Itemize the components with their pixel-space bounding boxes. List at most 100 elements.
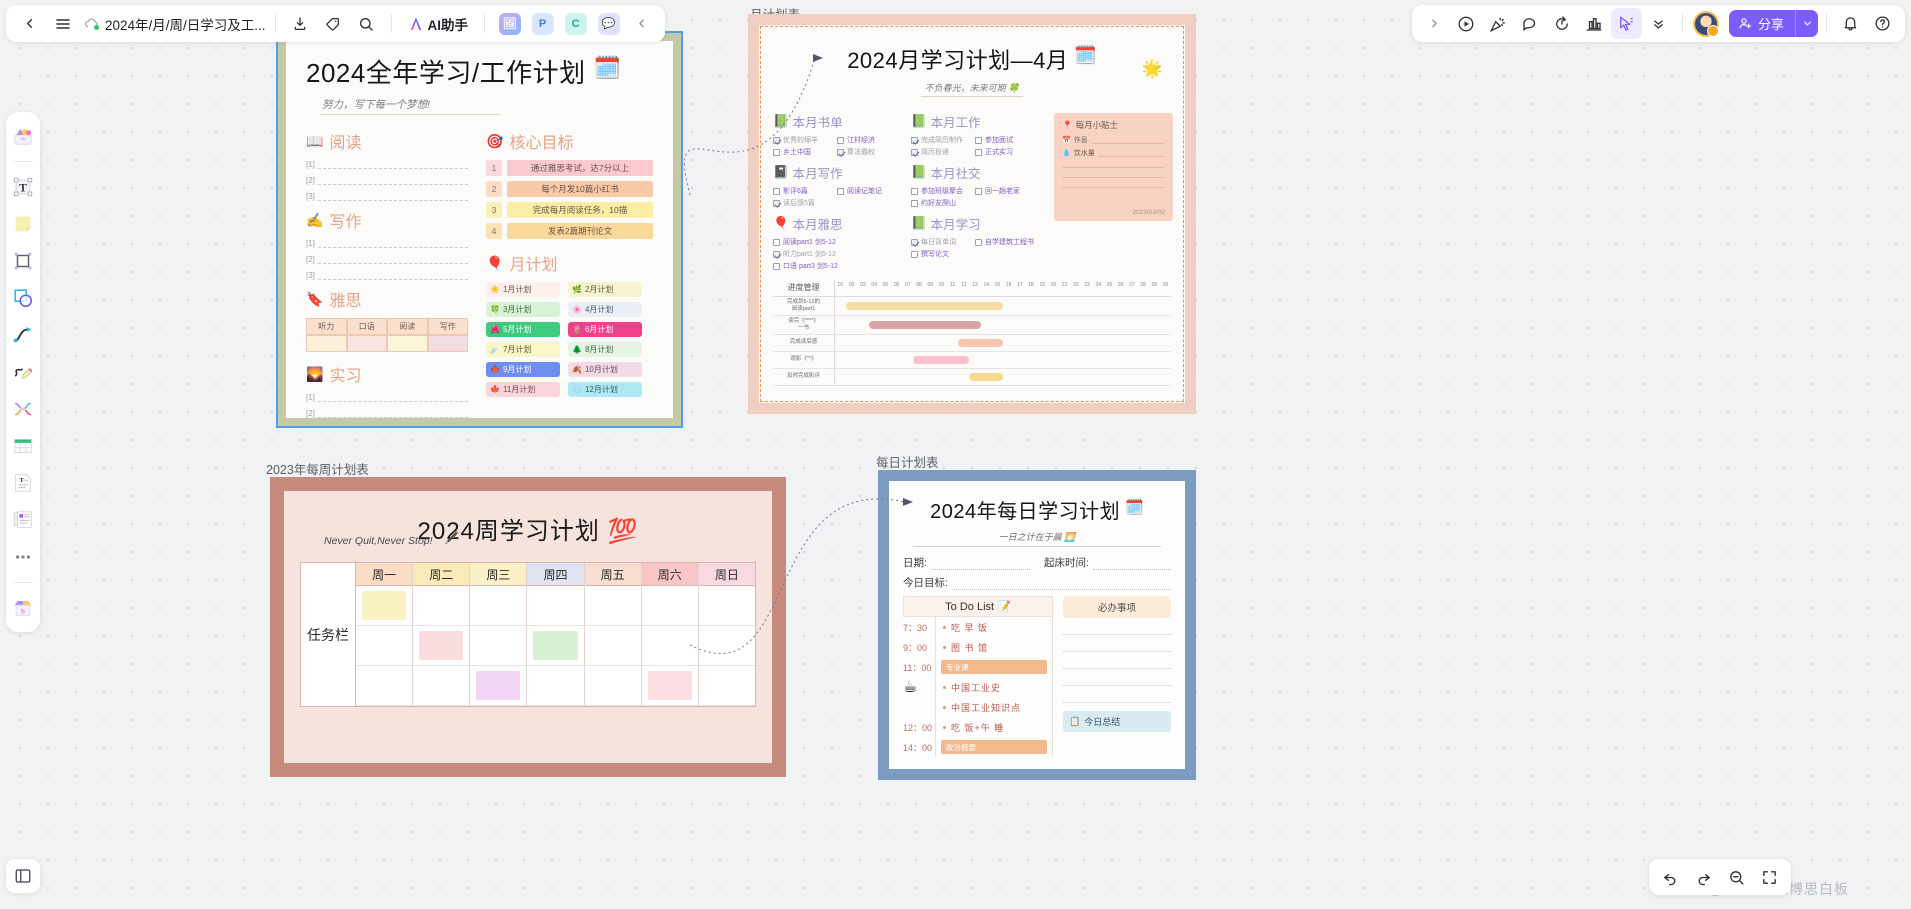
checkbox[interactable] <box>773 199 780 207</box>
reading-line[interactable]: [1] <box>306 160 468 169</box>
checkbox[interactable] <box>911 199 918 207</box>
checklist-item[interactable]: 自学建筑工程书 <box>975 237 1034 247</box>
progress-bar[interactable] <box>969 372 1003 381</box>
checklist-item[interactable]: 江村经济 <box>837 135 895 145</box>
month-plan-chip[interactable]: 🍁 9月计划 <box>486 362 560 377</box>
sticky-note-tool-icon[interactable] <box>9 210 37 238</box>
field-input-line[interactable] <box>1092 559 1171 570</box>
progress-bar[interactable] <box>868 320 981 329</box>
connector-tool-icon[interactable] <box>9 321 37 349</box>
frame-label-daily[interactable]: 每日计划表 <box>876 452 939 471</box>
search-icon[interactable] <box>351 8 382 39</box>
checklist-item[interactable]: 参加面试 <box>975 135 1033 145</box>
weekly-cell[interactable] <box>584 666 641 706</box>
bottom-left-panel-toggle[interactable] <box>6 859 40 893</box>
checkbox[interactable] <box>773 187 780 195</box>
card-weekly-plan[interactable]: Never Quit,Never Stop! 🖋️ 2024周学习计划 💯 任务… <box>270 477 786 777</box>
checklist-item[interactable]: 算法霸权 <box>837 147 895 157</box>
month-plan-chip[interactable]: ☄️ 7月计划 <box>486 342 560 357</box>
more-tools-icon[interactable] <box>9 543 37 571</box>
checklist-item[interactable]: 参加班级聚会 <box>911 186 969 196</box>
progress-row[interactable]: 及时完成影评 <box>773 368 1171 386</box>
month-plan-chip[interactable]: 🌿 2月计划 <box>568 282 642 297</box>
note-row[interactable] <box>1062 181 1165 188</box>
weekly-cell[interactable] <box>527 586 584 626</box>
table-tool-icon[interactable] <box>9 432 37 460</box>
fullscreen-icon[interactable] <box>1754 862 1785 893</box>
daily-todo-item[interactable]: 图 书 馆 <box>936 637 1052 657</box>
frame-tool-icon[interactable] <box>9 247 37 275</box>
progress-row[interactable]: 读完《****》 一书 <box>773 315 1171 335</box>
checkbox[interactable] <box>773 262 780 270</box>
comment-app-icon[interactable]: 💬 <box>593 8 624 39</box>
checkbox[interactable] <box>975 238 982 246</box>
progress-row[interactable]: 观影《**》 <box>773 351 1171 369</box>
note-row[interactable]: 📅 作息 <box>1062 135 1165 145</box>
checkbox[interactable] <box>837 136 844 144</box>
daily-field-wakeup[interactable]: 起床时间: <box>1044 555 1171 570</box>
checklist-item[interactable]: 撰写论文 <box>911 249 969 259</box>
checkbox[interactable] <box>773 136 780 144</box>
field-input-line[interactable] <box>930 559 1030 570</box>
checkbox[interactable] <box>837 187 844 195</box>
card-monthly-plan[interactable]: 2024月学习计划—4月 🗓️ 🌟 不负春光，未来可期 🍀 📗 本月书单 优秀的绵羊… <box>748 14 1196 414</box>
share-button[interactable]: 分享 <box>1728 10 1818 37</box>
month-plan-chip[interactable]: ☀️ 1月计划 <box>486 282 560 297</box>
checklist-item[interactable]: 正式实习 <box>975 147 1033 157</box>
checkbox[interactable] <box>911 187 918 195</box>
weekly-cell[interactable] <box>641 626 698 666</box>
progress-row[interactable]: 完成剑5-12的 阅读part1 <box>773 297 1171 316</box>
checklist-item[interactable]: 口语 part3 剑5-12 <box>773 261 899 271</box>
weekly-cell[interactable] <box>698 666 755 706</box>
checkbox[interactable] <box>975 136 982 144</box>
ielts-cell[interactable] <box>306 335 347 352</box>
weekly-cell[interactable] <box>527 666 584 706</box>
weekly-cell[interactable] <box>413 666 470 706</box>
checklist-item[interactable]: 简历投递 <box>911 147 969 157</box>
weekly-cell[interactable] <box>527 626 584 666</box>
core-goal-row[interactable]: 1 通过雅思考试，达7分以上 <box>486 160 653 176</box>
month-plan-chip[interactable]: 🍂 10月计划 <box>568 362 642 377</box>
weekly-sticky-note[interactable] <box>647 671 692 700</box>
comment-icon[interactable] <box>1515 8 1546 39</box>
weekly-sticky-note[interactable] <box>476 671 521 700</box>
month-plan-chip[interactable]: 🌷 6月计划 <box>568 322 642 337</box>
weekly-cell[interactable] <box>641 666 698 706</box>
month-plan-chip[interactable]: 🌺 5月计划 <box>486 322 560 337</box>
progress-bar[interactable] <box>958 338 1003 347</box>
avatar[interactable] <box>1692 10 1719 37</box>
progress-bar[interactable] <box>913 355 970 364</box>
core-goal-row[interactable]: 2 每个月发10篇小红书 <box>486 181 653 197</box>
note-row[interactable]: 💧 饮水量 <box>1062 148 1165 158</box>
weekly-cell[interactable] <box>470 626 527 666</box>
checklist-item[interactable]: 影评6篇 <box>773 186 831 196</box>
template-tool-icon[interactable] <box>9 506 37 534</box>
help-icon[interactable] <box>1867 8 1898 39</box>
daily-task-tag[interactable]: 政治概要 <box>941 740 1047 754</box>
checkbox[interactable] <box>975 187 982 195</box>
reading-line[interactable]: [2] <box>306 176 468 185</box>
ielts-table[interactable]: 听力 口语 阅读 写作 <box>306 318 468 352</box>
weekly-table[interactable]: 任务栏 周一 周二 周三 周四 周五 周六 周日 <box>300 562 756 707</box>
checklist-item[interactable]: 阅读part1 剑5-12 <box>773 237 899 247</box>
redo-icon[interactable] <box>1688 862 1719 893</box>
presentation-app-icon[interactable]: P <box>527 8 558 39</box>
celebrate-icon[interactable] <box>1483 8 1514 39</box>
share-dropdown-caret[interactable] <box>1795 10 1818 37</box>
weekly-cell[interactable] <box>356 666 413 706</box>
ielts-cell[interactable] <box>427 335 468 352</box>
mindmap-tool-icon[interactable] <box>9 395 37 423</box>
ai-assistant-button[interactable]: AI助手 <box>401 11 476 37</box>
reading-line[interactable]: [3] <box>306 192 468 201</box>
document-title[interactable]: 2024年/月/周/日学习及工... <box>105 14 266 34</box>
month-plan-chip[interactable]: 🍁 11月计划 <box>486 382 560 397</box>
ielts-cell[interactable] <box>387 335 428 352</box>
writing-line[interactable]: [3] <box>306 271 468 280</box>
practice-line[interactable]: [1] <box>306 393 468 402</box>
practice-line[interactable]: [2] <box>306 409 468 418</box>
writing-line[interactable]: [2] <box>306 255 468 264</box>
weekly-cell[interactable] <box>584 586 641 626</box>
must-do-line[interactable] <box>1063 691 1171 703</box>
daily-task-tag[interactable]: 专业课 <box>941 660 1047 674</box>
checklist-item[interactable]: 约好友爬山 <box>911 198 969 208</box>
